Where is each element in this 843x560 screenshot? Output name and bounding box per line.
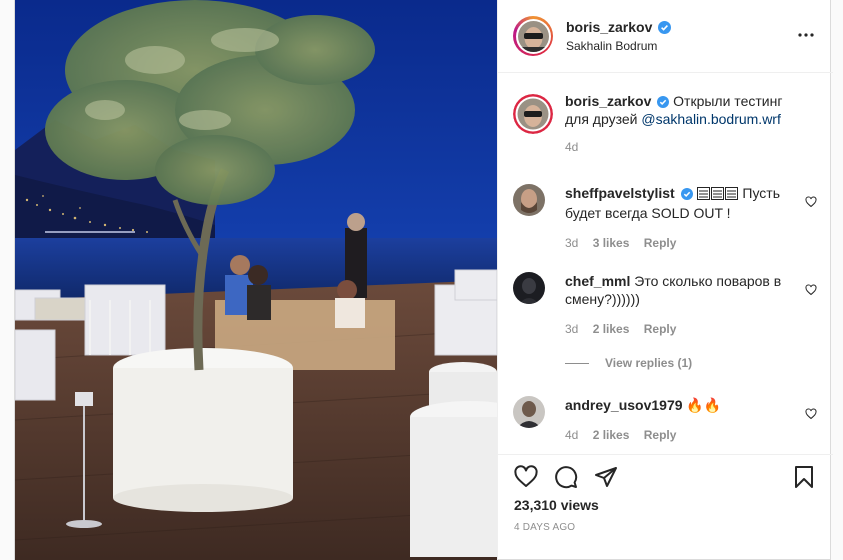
commenter-avatar[interactable] [513, 272, 545, 304]
comment-username[interactable]: chef_mml [565, 273, 630, 289]
comment-text: 🔥🔥 [686, 397, 722, 413]
verified-badge-icon [658, 21, 672, 34]
verified-badge-icon [680, 188, 693, 200]
small-heart-icon[interactable] [805, 408, 817, 420]
caption-time[interactable]: 4d [565, 140, 578, 154]
verified-badge-icon [657, 96, 670, 108]
caption-avatar-image [513, 94, 553, 134]
comment-likes[interactable]: 2 likes [593, 428, 630, 442]
small-heart-icon[interactable] [805, 284, 817, 296]
comment-item: chef_mml Это сколько поваров в смену?)))… [513, 272, 823, 336]
view-replies-label: View replies (1) [605, 356, 693, 370]
replies-divider-line [565, 362, 589, 364]
commenter-avatar[interactable] [513, 396, 545, 428]
comment-username[interactable]: sheffpavelstylist [565, 185, 675, 201]
restaurant-terrace-scene [15, 0, 497, 560]
reply-button[interactable]: Reply [644, 428, 677, 442]
bookmark-icon[interactable] [792, 465, 816, 489]
post-frame: boris_zarkov Sakhalin Bodrum boris_zarko… [14, 0, 833, 560]
comment-likes[interactable]: 2 likes [593, 322, 630, 336]
author-username[interactable]: boris_zarkov [566, 19, 652, 35]
comment-icon[interactable] [554, 465, 578, 489]
commenter-avatar-image [513, 396, 545, 428]
post-details-panel: boris_zarkov Sakhalin Bodrum boris_zarko… [497, 0, 833, 560]
paper-plane-icon[interactable] [594, 465, 618, 489]
comment-time[interactable]: 4d [565, 428, 578, 442]
author-avatar-image [517, 20, 549, 52]
comment-likes[interactable]: 3 likes [593, 236, 630, 250]
caption-avatar[interactable] [513, 94, 553, 134]
view-count[interactable]: 23,310 views [514, 497, 599, 513]
post-video[interactable] [15, 0, 497, 560]
caption-username[interactable]: boris_zarkov [565, 93, 651, 109]
commenter-avatar[interactable] [513, 184, 545, 216]
commenter-avatar-image [513, 184, 545, 216]
caption-mention[interactable]: @sakhalin.bodrum.wrf [641, 111, 781, 127]
post-location[interactable]: Sakhalin Bodrum [566, 39, 671, 53]
reply-button[interactable]: Reply [644, 236, 677, 250]
post-header: boris_zarkov Sakhalin Bodrum [498, 0, 833, 73]
more-options-icon[interactable] [797, 30, 815, 40]
author-avatar[interactable] [513, 16, 553, 56]
small-heart-icon[interactable] [805, 196, 817, 208]
comment-time[interactable]: 3d [565, 236, 578, 250]
post-timestamp[interactable]: 4 DAYS AGO [514, 522, 575, 533]
heart-icon[interactable] [514, 465, 538, 489]
comment-item: andrey_usov1979 🔥🔥 4d 2 likes Reply [513, 396, 823, 442]
comment-item: sheffpavelstylist Пусть будет всегда SOL… [513, 184, 823, 250]
commenter-avatar-image [513, 272, 545, 304]
emoji-glyphs [696, 186, 739, 204]
comment-time[interactable]: 3d [565, 322, 578, 336]
post-actions-bar: 23,310 views 4 DAYS AGO [498, 454, 833, 560]
view-replies-link[interactable]: View replies (1) [565, 356, 692, 370]
post-caption: boris_zarkov Открыли тестинг для друзей … [513, 92, 823, 154]
comments-list: boris_zarkov Открыли тестинг для друзей … [498, 74, 833, 454]
comment-username[interactable]: andrey_usov1979 [565, 397, 683, 413]
reply-button[interactable]: Reply [644, 322, 677, 336]
